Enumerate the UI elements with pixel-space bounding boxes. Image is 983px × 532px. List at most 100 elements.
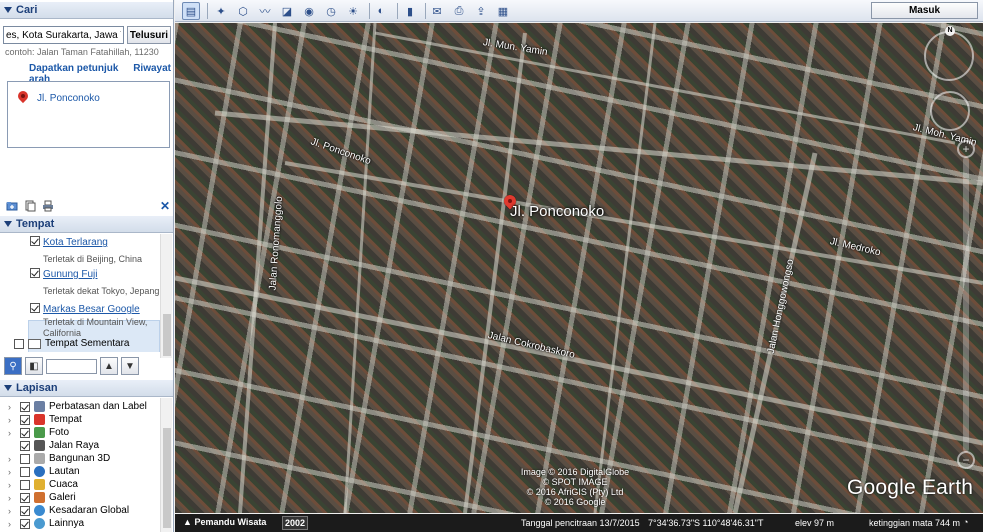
places-scrollbar[interactable] xyxy=(160,234,172,358)
imagery-year-badge[interactable]: 2002 xyxy=(282,516,308,530)
toolbar: ▤ ✦ ⬡ 〰 ◪ ◉ ◷ ☀ ◐ ▮ ✉ ⎙ ⇪ ▦ Masuk xyxy=(175,0,983,22)
expand-arrow-icon[interactable]: › xyxy=(8,467,16,477)
move-down-icon[interactable]: ▼ xyxy=(121,357,139,375)
expand-arrow-icon[interactable]: › xyxy=(8,506,16,516)
expand-arrow-icon[interactable]: › xyxy=(8,402,16,412)
sidebar-toggle-icon[interactable]: ▤ xyxy=(182,2,200,20)
view-in-maps-icon[interactable]: ▦ xyxy=(494,2,512,20)
compass-north-icon[interactable]: N xyxy=(945,26,955,36)
toolbar-separator xyxy=(397,3,398,19)
search-input[interactable] xyxy=(3,26,124,44)
temp-folder-row[interactable]: Tempat Sementara xyxy=(14,338,130,349)
historical-imagery-icon[interactable]: ◷ xyxy=(322,2,340,20)
photo-icon xyxy=(34,427,45,438)
search-result-item[interactable]: Jl. Ponconoko xyxy=(18,91,100,105)
print-icon[interactable] xyxy=(42,200,54,212)
expand-arrow-icon[interactable]: › xyxy=(8,415,16,425)
layer-label: Perbatasan dan Label xyxy=(49,401,147,412)
polygon-icon[interactable]: ⬡ xyxy=(234,2,252,20)
search-button[interactable]: Telusuri xyxy=(127,26,171,44)
signin-button[interactable]: Masuk xyxy=(871,2,978,19)
layer-label: Lautan xyxy=(49,466,80,477)
layers-scrollbar[interactable] xyxy=(160,398,172,532)
layer-item[interactable]: Jalan Raya xyxy=(8,439,99,452)
place-checkbox[interactable] xyxy=(30,268,40,278)
layer-checkbox[interactable] xyxy=(20,453,30,464)
compass-ring-icon[interactable] xyxy=(924,31,974,81)
search-header[interactable]: Cari xyxy=(0,2,173,19)
layer-checkbox[interactable] xyxy=(20,440,30,451)
layer-label: Cuaca xyxy=(49,479,78,490)
expand-arrow-icon[interactable]: › xyxy=(8,480,16,490)
print-icon[interactable]: ⎙ xyxy=(450,2,468,20)
layer-item[interactable]: › Cuaca xyxy=(8,478,78,491)
layer-checkbox[interactable] xyxy=(20,479,30,490)
gallery-icon xyxy=(34,492,45,503)
place-checkbox[interactable] xyxy=(30,236,40,246)
layer-checkbox[interactable] xyxy=(20,505,30,516)
layer-item[interactable]: › Perbatasan dan Label xyxy=(8,400,147,413)
places-filter-input[interactable] xyxy=(46,358,97,374)
expand-arrow-icon[interactable]: › xyxy=(8,428,16,438)
expand-arrow-icon[interactable]: › xyxy=(8,519,16,529)
place-name[interactable]: Markas Besar Google xyxy=(43,304,140,315)
places-nav: ⚲ ◧ ▲ ▼ xyxy=(4,357,170,375)
place-desc: Terletak dekat Tokyo, Jepang xyxy=(43,286,160,296)
expand-arrow-icon[interactable]: › xyxy=(8,493,16,503)
map-view[interactable]: Jl. Mun. Yamin Jl. Moh. Yamin Jl. Poncon… xyxy=(175,23,983,513)
layer-item[interactable]: › Galeri xyxy=(8,491,76,504)
layer-checkbox[interactable] xyxy=(20,414,30,425)
panel-toggle-icon[interactable]: ◧ xyxy=(25,357,43,375)
overlay-icon[interactable]: ◪ xyxy=(278,2,296,20)
zoom-out-icon[interactable]: − xyxy=(957,451,975,469)
look-joystick-icon[interactable] xyxy=(930,91,970,131)
layer-checkbox[interactable] xyxy=(20,401,30,412)
tour-record-icon[interactable]: ◉ xyxy=(300,2,318,20)
layer-item[interactable]: › Tempat xyxy=(8,413,82,426)
layer-checkbox[interactable] xyxy=(20,466,30,477)
save-image-icon[interactable]: ⇪ xyxy=(472,2,490,20)
imagery-date: Tanggal pencitraan 13/7/2015 xyxy=(521,518,640,528)
placemark-icon[interactable]: ✦ xyxy=(212,2,230,20)
place-item[interactable]: Markas Besar Google Terletak di Mountain… xyxy=(30,303,160,339)
ruler-icon[interactable]: ▮ xyxy=(401,2,419,20)
layers-header[interactable]: Lapisan xyxy=(0,380,173,397)
close-icon[interactable]: ✕ xyxy=(160,199,170,213)
place-checkbox[interactable] xyxy=(30,303,40,313)
copy-icon[interactable] xyxy=(24,200,36,212)
place-item[interactable]: Gunung Fuji Terletak dekat Tokyo, Jepang xyxy=(30,268,160,297)
path-icon[interactable]: 〰 xyxy=(256,2,274,20)
copyright-line: © SPOT IMAGE xyxy=(542,477,608,487)
expand-arrow-icon[interactable]: › xyxy=(8,454,16,464)
scroll-thumb[interactable] xyxy=(163,428,171,528)
layer-checkbox[interactable] xyxy=(20,492,30,503)
place-item[interactable]: Kota Terlarang Terletak di Beijing, Chin… xyxy=(30,236,160,265)
move-up-icon[interactable]: ▲ xyxy=(100,357,118,375)
scroll-thumb[interactable] xyxy=(163,314,171,356)
search-section: Cari Telusuri contoh: Jalan Taman Fatahi… xyxy=(0,2,173,213)
layer-item[interactable]: › Foto xyxy=(8,426,69,439)
place-name[interactable]: Kota Terlarang xyxy=(43,237,108,248)
copyright-line: Image © 2016 DigitalGlobe xyxy=(520,467,630,477)
layer-item[interactable]: › Bangunan 3D xyxy=(8,452,110,465)
zoom-slider[interactable] xyxy=(963,157,969,452)
layer-checkbox[interactable] xyxy=(20,427,30,438)
place-name[interactable]: Gunung Fuji xyxy=(43,269,97,280)
temp-folder-checkbox[interactable] xyxy=(14,338,24,349)
add-folder-icon[interactable] xyxy=(6,200,18,212)
layer-item[interactable]: › Lainnya xyxy=(8,517,84,530)
planets-icon[interactable]: ◐ xyxy=(372,2,390,20)
more-icon xyxy=(34,518,45,529)
layer-item[interactable]: › Lautan xyxy=(8,465,80,478)
main-place-label[interactable]: Jl. Ponconoko xyxy=(510,203,604,220)
places-header[interactable]: Tempat xyxy=(0,216,173,233)
search-places-icon[interactable]: ⚲ xyxy=(4,357,22,375)
building-icon xyxy=(34,453,45,464)
layer-checkbox[interactable] xyxy=(20,518,30,529)
sunlight-icon[interactable]: ☀ xyxy=(344,2,362,20)
layer-item[interactable]: › Kesadaran Global xyxy=(8,504,129,517)
email-icon[interactable]: ✉ xyxy=(428,2,446,20)
tour-guide-button[interactable]: ▲ Pemandu Wisata xyxy=(183,517,266,527)
temp-folder-label: Tempat Sementara xyxy=(45,338,130,349)
zoom-in-icon[interactable]: + xyxy=(957,140,975,158)
